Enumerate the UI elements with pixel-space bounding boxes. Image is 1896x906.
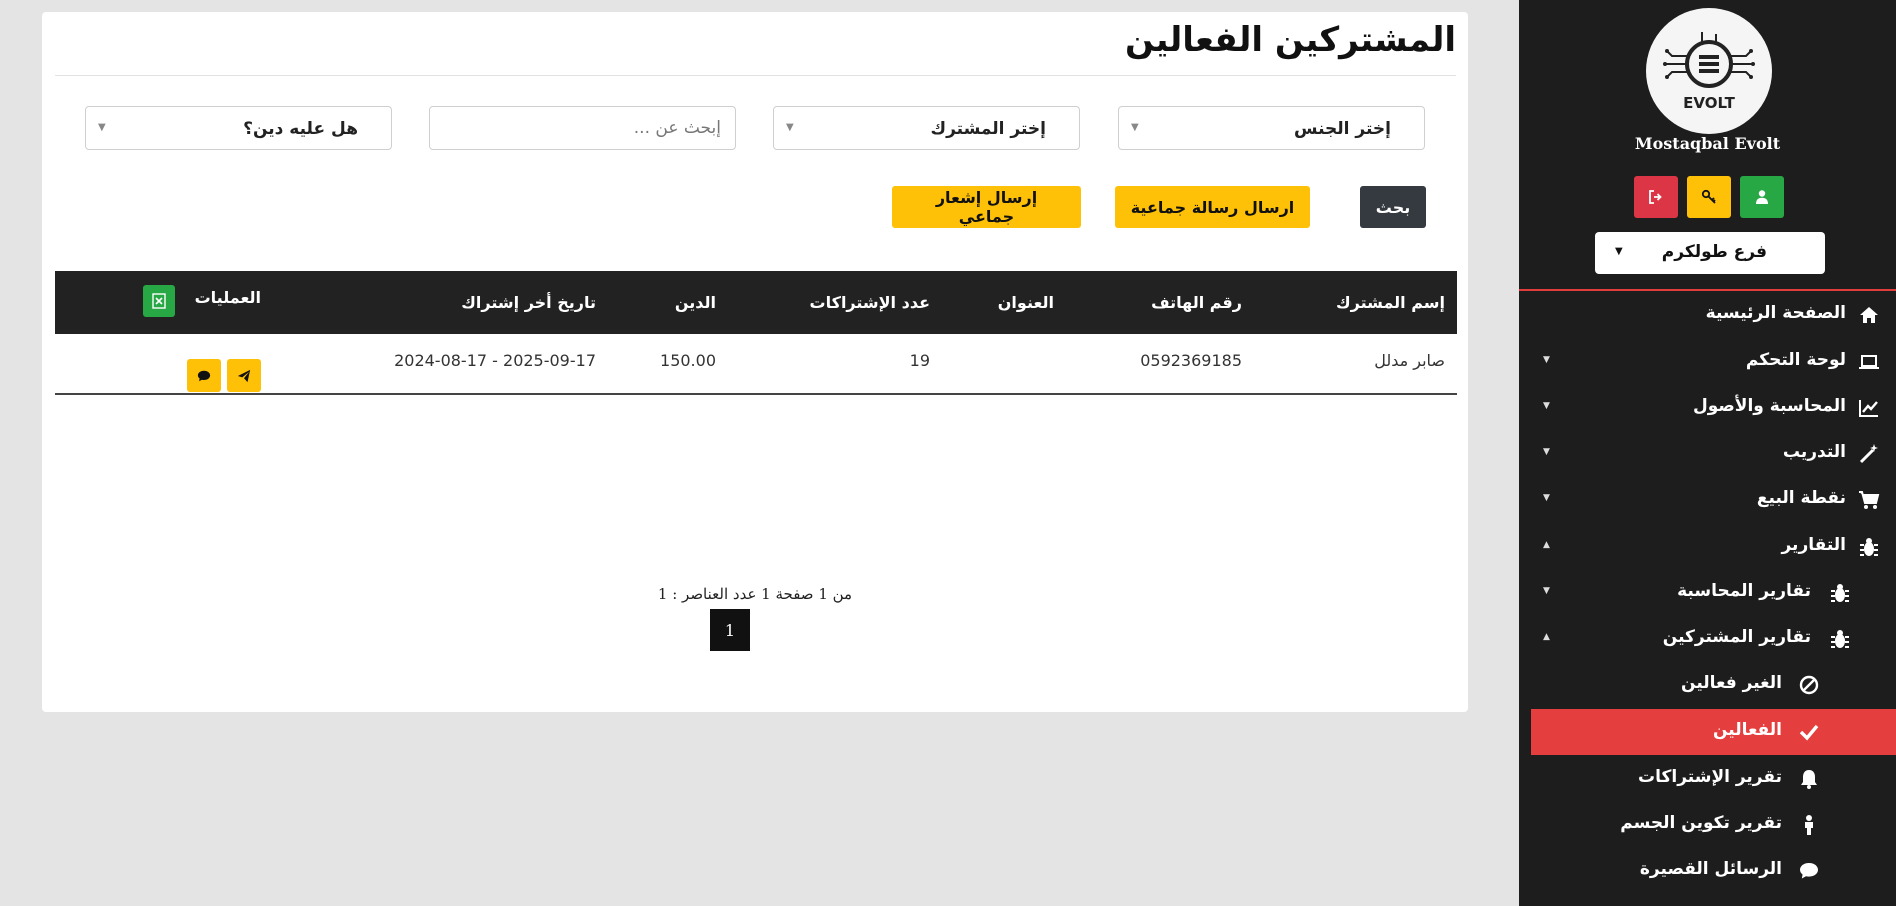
laptop-icon: [1858, 351, 1880, 373]
chevron-down-icon: ▼: [98, 122, 106, 133]
nav-label: الفعالين: [1712, 720, 1782, 740]
profile-button[interactable]: [1740, 176, 1784, 218]
cart-icon: [1858, 489, 1880, 511]
bug-icon: [1858, 536, 1880, 558]
excel-icon: [152, 293, 166, 309]
debt-select-value: هل عليه دين؟: [243, 119, 358, 139]
col-address-header: العنوان: [997, 293, 1054, 312]
nav-sms[interactable]: الرسائل القصيرة: [1531, 848, 1896, 892]
col-name-header: إسم المشترك: [1336, 293, 1445, 312]
chart-line-icon: [1858, 397, 1880, 419]
brand-logo: EVOLT: [1646, 8, 1772, 134]
title-divider: [55, 75, 1456, 76]
nav-label: الصفحة الرئيسية: [1705, 303, 1846, 323]
nav-label: لوحة التحكم: [1745, 350, 1846, 370]
nav-body-composition[interactable]: تقرير تكوين الجسم: [1531, 802, 1896, 846]
comment-icon: [197, 370, 211, 381]
col-operations-header: العمليات: [194, 288, 261, 307]
pagination-info: من 1 صفحة 1 عدد العناصر : 1: [657, 585, 853, 603]
comment-icon: [1798, 860, 1820, 882]
gender-select-value: إختر الجنس: [1294, 119, 1391, 139]
subscriber-select[interactable]: إختر المشترك ▼: [773, 106, 1080, 150]
cell-debt: 150.00: [660, 351, 716, 370]
group-message-button[interactable]: ارسال رسالة جماعية: [1115, 186, 1310, 228]
cell-phone: 0592369185: [1140, 351, 1242, 370]
chevron-up-icon: ▲: [1543, 540, 1550, 550]
group-notification-button[interactable]: إرسال إشعار جماعي: [892, 186, 1081, 228]
nav-pos[interactable]: نقطة البيع ▼: [1531, 477, 1896, 521]
nav-inactive[interactable]: الغير فعالين: [1531, 662, 1896, 706]
export-excel-button[interactable]: [143, 285, 175, 317]
nav-label: تقارير المشتركين: [1662, 627, 1811, 647]
debt-select[interactable]: هل عليه دين؟ ▼: [85, 106, 392, 150]
bell-icon: [1798, 768, 1820, 790]
chevron-down-icon: ▼: [1615, 246, 1623, 257]
search-input[interactable]: [429, 106, 736, 150]
nav-subscriber-reports[interactable]: تقارير المشتركين ▲: [1531, 616, 1896, 660]
paper-plane-icon: [237, 369, 251, 382]
nav-control-panel[interactable]: لوحة التحكم ▼: [1531, 339, 1896, 383]
sidebar: EVOLT Mostaqbal Evolt فرع طولكرم ▼ الصفح…: [1519, 0, 1896, 906]
person-icon: [1798, 814, 1820, 836]
nav-label: تقارير المحاسبة: [1677, 581, 1811, 601]
main-card: المشتركين الفعالين إختر الجنس ▼ إختر الم…: [42, 12, 1468, 712]
chevron-up-icon: ▲: [1543, 632, 1550, 642]
col-subs-count-header: عدد الإشتراكات: [809, 293, 930, 312]
col-phone-header: رقم الهاتف: [1151, 293, 1242, 312]
evolt-logo-icon: EVOLT: [1663, 32, 1755, 112]
col-debt-header: الدين: [674, 293, 716, 312]
nav-label: تقرير الإشتراكات: [1638, 767, 1782, 787]
subscriber-select-value: إختر المشترك: [930, 119, 1046, 139]
nav-subscriptions-report[interactable]: تقرير الإشتراكات: [1531, 756, 1896, 800]
cell-name: صابر مدلل: [1374, 351, 1445, 370]
nav-label: المحاسبة والأصول: [1692, 396, 1846, 416]
chevron-down-icon: ▼: [1543, 447, 1550, 457]
svg-text:EVOLT: EVOLT: [1683, 94, 1735, 112]
page-title: المشتركين الفعالين: [1124, 20, 1456, 60]
nav-label: التقارير: [1781, 535, 1846, 555]
change-password-button[interactable]: [1687, 176, 1731, 218]
nav-label: التدريب: [1782, 442, 1846, 462]
nav-label: الرسائل القصيرة: [1639, 859, 1782, 879]
ban-icon: [1798, 674, 1820, 696]
col-last-sub-header: تاريخ أخر إشتراك: [461, 293, 596, 312]
nav-active[interactable]: الفعالين: [1531, 709, 1896, 755]
branch-select-value: فرع طولكرم: [1661, 242, 1767, 262]
magic-wand-icon: [1858, 443, 1880, 465]
table-row: صابر مدلل 0592369185 19 150.00 2024-08-1…: [55, 335, 1457, 395]
nav-label: نقطة البيع: [1756, 488, 1846, 508]
check-icon: [1798, 721, 1820, 743]
chevron-down-icon: ▼: [1543, 355, 1550, 365]
nav-training[interactable]: التدريب ▼: [1531, 431, 1896, 475]
cell-subs-count: 19: [909, 351, 930, 370]
sidebar-divider: [1519, 289, 1896, 291]
user-icon: [1756, 190, 1768, 204]
bug-icon: [1829, 582, 1851, 604]
nav-label: تقرير تكوين الجسم: [1620, 813, 1782, 833]
chevron-down-icon: ▼: [1131, 122, 1139, 133]
search-button[interactable]: بحث: [1360, 186, 1426, 228]
logout-button[interactable]: [1634, 176, 1678, 218]
home-icon: [1858, 304, 1880, 326]
brand-name: Mostaqbal Evolt: [1634, 134, 1781, 153]
chevron-down-icon: ▼: [1543, 586, 1550, 596]
table-header: إسم المشترك رقم الهاتف العنوان عدد الإشت…: [55, 271, 1457, 334]
gender-select[interactable]: إختر الجنس ▼: [1118, 106, 1425, 150]
cell-last-sub-date: 2024-08-17 - 2025-09-17: [394, 351, 596, 370]
key-icon: [1701, 189, 1716, 204]
nav-reports[interactable]: التقارير ▲: [1531, 524, 1896, 568]
bug-icon: [1829, 628, 1851, 650]
chevron-down-icon: ▼: [1543, 493, 1550, 503]
nav-accounting-reports[interactable]: تقارير المحاسبة ▼: [1531, 570, 1896, 614]
branch-select[interactable]: فرع طولكرم ▼: [1595, 232, 1825, 274]
page-1-button[interactable]: 1: [710, 609, 750, 651]
nav-accounting[interactable]: المحاسبة والأصول ▼: [1531, 385, 1896, 429]
chevron-down-icon: ▼: [786, 122, 794, 133]
nav-label: الغير فعالين: [1681, 673, 1782, 693]
send-message-button[interactable]: [187, 359, 221, 392]
nav-home[interactable]: الصفحة الرئيسية: [1531, 292, 1896, 336]
sign-out-icon: [1649, 190, 1662, 204]
send-notification-button[interactable]: [227, 359, 261, 392]
chevron-down-icon: ▼: [1543, 401, 1550, 411]
